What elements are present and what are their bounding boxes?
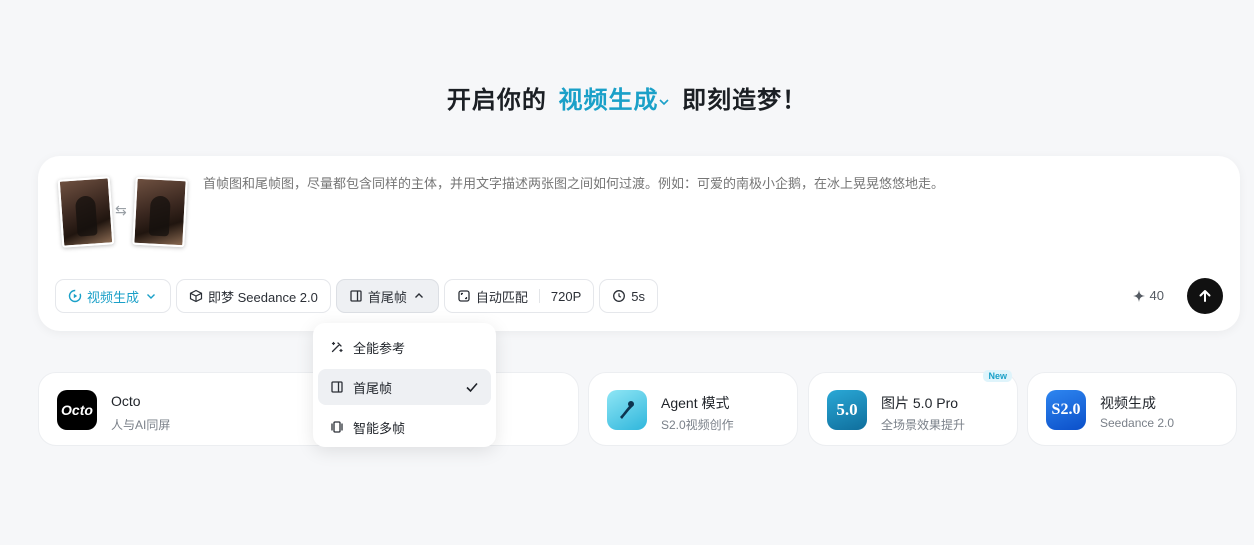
headline-suffix: 即刻造梦！ xyxy=(682,87,808,114)
credits-value: 40 xyxy=(1149,288,1164,303)
frame-icon xyxy=(350,290,362,302)
new-badge: New xyxy=(983,370,1012,382)
menu-option-label: 首尾帧 xyxy=(353,380,393,396)
cube-icon xyxy=(189,289,203,303)
menu-option-smart-multi-frame[interactable]: 智能多帧 xyxy=(318,409,491,445)
card-agent-mode[interactable]: Agent 模式 S2.0视频创作 xyxy=(588,372,798,446)
headline-mode-selector[interactable]: 视频生成 xyxy=(559,87,671,114)
headline-prefix: 开启你的 xyxy=(446,87,547,114)
prompt-input[interactable] xyxy=(203,176,1203,191)
arrow-up-icon xyxy=(1199,290,1211,302)
composer-toolbar: 视频生成 即梦 Seedance 2.0 首尾帧 自动匹配 720P 5s xyxy=(55,279,659,315)
multi-frame-icon xyxy=(331,421,343,433)
resolution-label: 720P xyxy=(550,288,582,304)
card-title: 图片 5.0 Pro xyxy=(881,395,959,411)
prompt-composer: ⇆ 视频生成 即梦 Seedance 2.0 首尾帧 自动匹配 720P 5s xyxy=(38,156,1240,331)
card-subtitle: 人与AI同屏 xyxy=(111,418,171,432)
seedance-logo-icon: S2.0 xyxy=(1046,390,1086,430)
menu-option-label: 智能多帧 xyxy=(353,420,406,436)
card-image-5-pro[interactable]: New 5.0 图片 5.0 Pro 全场景效果提升 xyxy=(808,370,1018,446)
card-subtitle: S2.0视频创作 xyxy=(661,418,734,432)
card-title: 视频生成 xyxy=(1100,395,1156,411)
mode-dropdown[interactable]: 视频生成 xyxy=(55,279,172,313)
menu-option-first-last-frame[interactable]: 首尾帧 xyxy=(318,369,491,405)
ratio-resolution-selector[interactable]: 自动匹配 720P xyxy=(443,279,595,313)
duration-selector[interactable]: 5s xyxy=(599,279,659,313)
octo-logo-icon: Octo xyxy=(57,390,97,430)
sparkle-icon xyxy=(1132,289,1145,302)
mode-label: 视频生成 xyxy=(87,289,140,305)
last-frame-image[interactable] xyxy=(132,176,188,248)
credits-cost: 40 xyxy=(1132,288,1164,303)
first-frame-image[interactable] xyxy=(57,176,115,248)
frame-images: ⇆ xyxy=(57,176,188,248)
page-headline: 开启你的 视频生成 即刻造梦！ xyxy=(0,80,1254,115)
magic-wand-icon xyxy=(331,341,343,353)
aspect-ratio-icon xyxy=(458,290,470,302)
menu-option-label: 全能参考 xyxy=(353,340,406,356)
ratio-label: 自动匹配 xyxy=(475,289,528,305)
frame-icon xyxy=(331,381,343,393)
frame-mode-menu: 全能参考 首尾帧 智能多帧 xyxy=(313,323,496,447)
card-title: Octo xyxy=(111,393,141,409)
chevron-down-icon xyxy=(147,294,156,299)
card-subtitle: 全场景效果提升 xyxy=(881,418,966,432)
image-5-logo-icon: 5.0 xyxy=(827,390,867,430)
model-label: 即梦 Seedance 2.0 xyxy=(208,289,318,305)
duration-label: 5s xyxy=(631,288,646,304)
card-octo[interactable]: Octo Octo 人与AI同屏 xyxy=(38,372,358,446)
chevron-up-icon xyxy=(414,293,423,298)
frame-mode-label: 首尾帧 xyxy=(367,289,407,305)
divider xyxy=(538,289,540,303)
send-button[interactable] xyxy=(1187,278,1223,314)
agent-logo-icon xyxy=(607,390,647,430)
card-subtitle: Seedance 2.0 xyxy=(1100,416,1175,430)
headline-mode-label: 视频生成 xyxy=(558,87,659,114)
video-gen-icon xyxy=(68,289,82,303)
check-icon xyxy=(466,382,478,393)
card-title: Agent 模式 xyxy=(661,395,730,411)
swap-frames-icon[interactable]: ⇆ xyxy=(115,202,127,219)
menu-option-all-reference[interactable]: 全能参考 xyxy=(318,329,491,365)
chevron-down-icon xyxy=(658,99,669,105)
clock-icon xyxy=(613,290,626,302)
card-video-gen[interactable]: S2.0 视频生成 Seedance 2.0 xyxy=(1027,372,1237,446)
frame-mode-dropdown[interactable]: 首尾帧 xyxy=(335,279,439,313)
model-selector[interactable]: 即梦 Seedance 2.0 xyxy=(176,279,331,313)
